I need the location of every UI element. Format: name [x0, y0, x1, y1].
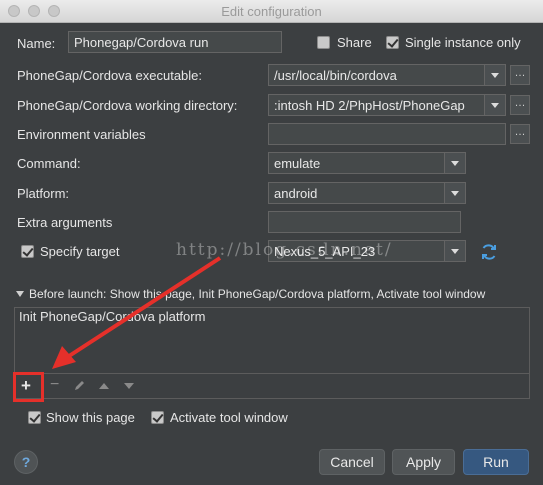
title-bar: Edit configuration [0, 0, 543, 23]
extra-args-label: Extra arguments [17, 215, 113, 230]
platform-combo[interactable]: android [268, 182, 466, 204]
working-dir-label: PhoneGap/Cordova working directory: [17, 98, 238, 113]
collapse-triangle-icon[interactable] [16, 290, 24, 298]
run-button[interactable]: Run [463, 449, 529, 475]
share-checkbox[interactable] [317, 36, 330, 49]
chevron-down-icon[interactable] [484, 65, 505, 85]
move-up-icon[interactable] [99, 382, 109, 390]
move-down-icon[interactable] [124, 382, 134, 390]
name-field[interactable]: Phonegap/Cordova run [68, 31, 282, 53]
window-title: Edit configuration [221, 4, 322, 19]
annotation-arrow-icon [52, 256, 222, 369]
platform-label: Platform: [17, 186, 70, 201]
pencil-icon[interactable] [73, 380, 85, 392]
env-vars-field[interactable] [268, 123, 506, 145]
chevron-down-icon[interactable] [484, 95, 505, 115]
activate-tool-label: Activate tool window [170, 410, 288, 425]
chevron-down-icon[interactable] [444, 183, 465, 203]
executable-label: PhoneGap/Cordova executable: [17, 68, 203, 83]
browse-working-dir-button[interactable]: … [510, 95, 530, 115]
executable-combo[interactable]: /usr/local/bin/cordova [268, 64, 506, 86]
apply-button[interactable]: Apply [392, 449, 455, 475]
single-instance-checkbox[interactable] [386, 36, 399, 49]
name-label: Name: [17, 36, 56, 51]
extra-args-field[interactable] [268, 211, 461, 233]
browse-executable-button[interactable]: … [510, 65, 530, 85]
specify-target-checkbox[interactable] [21, 245, 34, 258]
chevron-down-icon[interactable] [444, 241, 465, 261]
command-value: emulate [274, 156, 321, 171]
activate-tool-checkbox[interactable] [151, 411, 164, 424]
edit-configuration-dialog: Edit configuration Name: Phonegap/Cordov… [0, 0, 543, 485]
show-page-checkbox[interactable] [28, 411, 41, 424]
show-page-label: Show this page [46, 410, 135, 425]
help-button[interactable]: ? [14, 450, 38, 474]
share-label: Share [337, 35, 372, 50]
chevron-down-icon[interactable] [444, 153, 465, 173]
edit-env-vars-button[interactable]: … [510, 124, 530, 144]
working-dir-combo[interactable]: :intosh HD 2/PhpHost/PhoneGap [268, 94, 506, 116]
working-dir-value: :intosh HD 2/PhpHost/PhoneGap [274, 98, 465, 113]
platform-value: android [274, 186, 318, 201]
command-label: Command: [17, 156, 81, 171]
env-vars-label: Environment variables [17, 127, 146, 142]
cancel-button[interactable]: Cancel [319, 449, 385, 475]
command-combo[interactable]: emulate [268, 152, 466, 174]
executable-value: /usr/local/bin/cordova [274, 68, 397, 83]
single-instance-label: Single instance only [405, 35, 521, 50]
refresh-icon[interactable] [480, 243, 498, 261]
